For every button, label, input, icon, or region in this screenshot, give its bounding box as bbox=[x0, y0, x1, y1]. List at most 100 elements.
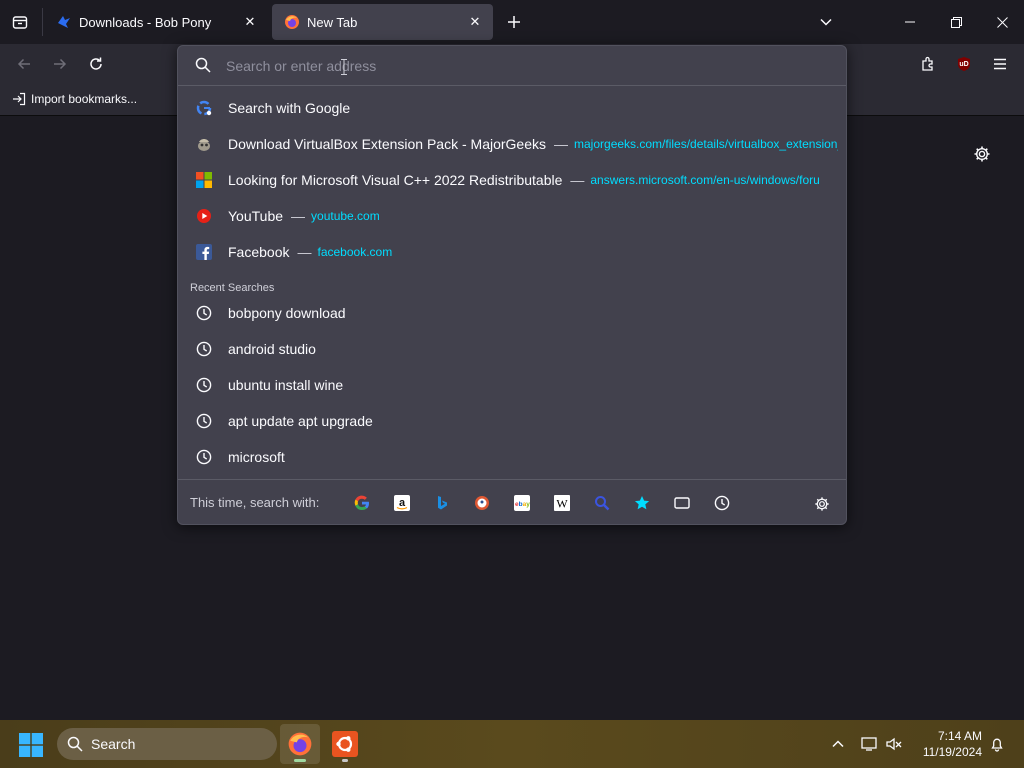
tab-strip: Downloads - Bob Pony ✕ New Tab ✕ bbox=[0, 0, 1024, 44]
one-off-label: This time, search with: bbox=[190, 495, 320, 510]
tab-icon bbox=[674, 496, 690, 509]
restore-button[interactable] bbox=[936, 8, 976, 36]
forward-button[interactable] bbox=[48, 52, 72, 76]
engine-amazon-button[interactable]: a bbox=[386, 487, 418, 519]
search-icon bbox=[195, 57, 211, 73]
reload-icon bbox=[90, 57, 102, 70]
suggestion-microsoft-answers[interactable]: Looking for Microsoft Visual C++ 2022 Re… bbox=[186, 163, 838, 197]
ublock-button[interactable]: uD bbox=[952, 52, 976, 76]
separator: — bbox=[297, 244, 312, 260]
close-tab-icon[interactable]: ✕ bbox=[238, 10, 262, 34]
close-window-button[interactable] bbox=[982, 8, 1022, 36]
engine-custom-search-button[interactable] bbox=[586, 487, 618, 519]
close-tab-icon[interactable]: ✕ bbox=[463, 10, 487, 34]
youtube-icon bbox=[196, 208, 212, 224]
taskbar-firefox[interactable] bbox=[280, 724, 320, 764]
ublock-label: uD bbox=[959, 60, 969, 68]
import-bookmarks-button[interactable]: Import bookmarks... bbox=[12, 92, 137, 106]
tab-new-tab[interactable]: New Tab ✕ bbox=[272, 4, 493, 40]
engine-duckduckgo-button[interactable] bbox=[466, 487, 498, 519]
back-button[interactable] bbox=[12, 52, 36, 76]
google-icon bbox=[354, 495, 369, 510]
active-indicator bbox=[294, 759, 306, 762]
suggestion-youtube[interactable]: YouTube — youtube.com bbox=[186, 199, 838, 233]
show-hidden-icons-button[interactable] bbox=[826, 732, 850, 756]
new-tab-button[interactable] bbox=[502, 10, 526, 34]
one-off-search-bar: This time, search with: a ebay W bbox=[178, 479, 846, 525]
restore-icon bbox=[950, 16, 962, 28]
minimize-button[interactable] bbox=[890, 8, 930, 36]
address-input[interactable] bbox=[226, 54, 826, 78]
firefox-view-button[interactable] bbox=[8, 10, 32, 34]
suggestion-title: Download VirtualBox Extension Pack - Maj… bbox=[228, 136, 547, 152]
history-clock-icon bbox=[196, 413, 212, 429]
search-settings-button[interactable] bbox=[806, 488, 838, 520]
suggestion-google-search[interactable]: Search with Google bbox=[186, 91, 838, 125]
notifications-button[interactable] bbox=[985, 732, 1009, 756]
gear-icon bbox=[815, 497, 829, 511]
plus-icon bbox=[508, 16, 520, 28]
engine-wikipedia-button[interactable]: W bbox=[546, 487, 578, 519]
running-indicator bbox=[342, 759, 348, 762]
tab-title: Downloads - Bob Pony bbox=[79, 14, 212, 30]
suggestion-majorgeeks[interactable]: Download VirtualBox Extension Pack - Maj… bbox=[186, 127, 838, 161]
history-clock-icon bbox=[196, 449, 212, 465]
import-icon bbox=[13, 92, 26, 106]
newtab-settings-button[interactable] bbox=[972, 144, 992, 164]
separator: — bbox=[570, 172, 585, 188]
windows-logo-icon bbox=[19, 733, 43, 757]
engine-bing-button[interactable] bbox=[426, 487, 458, 519]
search-icon bbox=[67, 736, 83, 752]
import-bookmarks-label: Import bookmarks... bbox=[31, 92, 138, 106]
chevron-up-icon bbox=[832, 740, 844, 748]
suggestion-url: youtube.com bbox=[311, 209, 380, 223]
engine-google-button[interactable] bbox=[346, 487, 378, 519]
text-cursor-icon bbox=[341, 59, 347, 75]
history-search-button[interactable] bbox=[706, 487, 738, 519]
volume-button[interactable] bbox=[882, 732, 906, 756]
recent-search-item[interactable]: ubuntu install wine bbox=[186, 368, 838, 402]
suggestion-title: YouTube bbox=[228, 208, 284, 224]
recent-search-item[interactable]: android studio bbox=[186, 332, 838, 366]
svg-text:ebay: ebay bbox=[515, 501, 530, 508]
separator: — bbox=[291, 208, 306, 224]
list-all-tabs-button[interactable] bbox=[814, 10, 838, 34]
wikipedia-icon: W bbox=[554, 494, 570, 511]
taskbar-search-box[interactable]: Search bbox=[57, 728, 277, 760]
separator: — bbox=[554, 136, 569, 152]
microsoft-icon bbox=[196, 172, 212, 188]
bobpony-favicon bbox=[58, 16, 70, 28]
facebook-icon bbox=[196, 244, 212, 260]
firefox-icon bbox=[288, 732, 312, 756]
ebay-icon: ebay bbox=[514, 494, 530, 511]
speaker-muted-icon bbox=[886, 737, 902, 751]
taskbar-clock[interactable]: 7:14 AM 11/19/2024 bbox=[910, 728, 982, 760]
recent-search-item[interactable]: apt update apt upgrade bbox=[186, 404, 838, 438]
clock-date: 11/19/2024 bbox=[922, 745, 982, 759]
suggestion-url: majorgeeks.com/files/details/virtualbox_… bbox=[574, 137, 838, 151]
history-clock-icon bbox=[714, 495, 730, 510]
taskbar-search-label: Search bbox=[91, 736, 136, 752]
recent-search-text: apt update apt upgrade bbox=[228, 413, 373, 429]
extensions-button[interactable] bbox=[916, 52, 940, 76]
reload-button[interactable] bbox=[84, 52, 108, 76]
recent-search-text: android studio bbox=[228, 341, 316, 357]
tab-title: New Tab bbox=[307, 14, 358, 30]
recent-search-text: bobpony download bbox=[228, 305, 346, 321]
recent-search-item[interactable]: bobpony download bbox=[186, 296, 838, 330]
tab-downloads[interactable]: Downloads - Bob Pony ✕ bbox=[44, 4, 268, 40]
history-clock-icon bbox=[196, 377, 212, 393]
recent-search-item[interactable]: microsoft bbox=[186, 440, 838, 474]
suggestion-facebook[interactable]: Facebook — facebook.com bbox=[186, 235, 838, 269]
start-button[interactable] bbox=[16, 730, 46, 760]
forward-arrow-icon bbox=[54, 58, 67, 70]
app-menu-button[interactable] bbox=[988, 52, 1012, 76]
taskbar-ubuntu[interactable] bbox=[325, 724, 365, 764]
urlbar-popup: Search with Google Download VirtualBox E… bbox=[177, 45, 847, 525]
tabs-search-button[interactable] bbox=[666, 487, 698, 519]
network-status-button[interactable] bbox=[858, 732, 882, 756]
bookmarks-search-button[interactable] bbox=[626, 487, 658, 519]
ubuntu-icon bbox=[332, 731, 358, 757]
engine-ebay-button[interactable]: ebay bbox=[506, 487, 538, 519]
suggestion-title: Facebook bbox=[228, 244, 290, 260]
